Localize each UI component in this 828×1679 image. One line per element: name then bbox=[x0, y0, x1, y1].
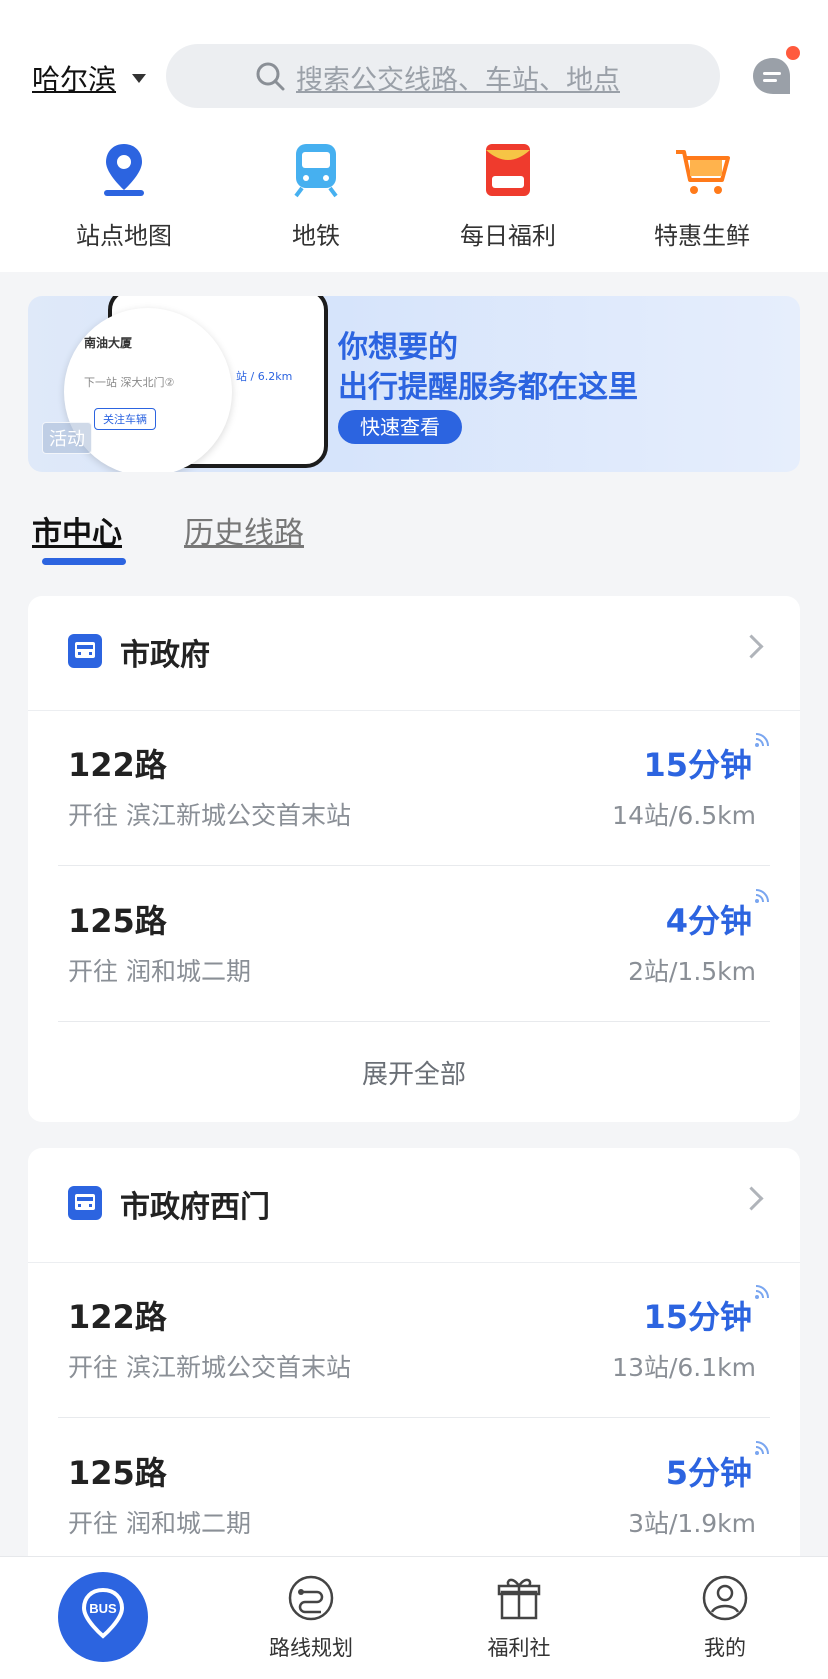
tab-history-routes[interactable]: 历史线路 bbox=[184, 508, 304, 552]
route-distance: 2站/1.5km bbox=[628, 957, 756, 986]
bus-stop-icon bbox=[68, 634, 102, 668]
banner-line-1: 你想要的 bbox=[338, 330, 458, 365]
station-header[interactable]: 市政府 bbox=[28, 596, 800, 711]
subway-icon bbox=[294, 144, 338, 198]
route-direction: 开往 润和城二期 bbox=[68, 957, 251, 986]
route-row[interactable]: 122路 开往 滨江新城公交首末站 15分钟 14站/6.5km bbox=[28, 710, 800, 866]
quick-label: 每日福利 bbox=[460, 222, 556, 250]
nav-profile[interactable]: 我的 bbox=[650, 1574, 800, 1662]
tab-indicator bbox=[42, 558, 126, 565]
message-button[interactable] bbox=[748, 46, 800, 102]
profile-icon bbox=[702, 1575, 748, 1621]
notification-dot bbox=[786, 46, 800, 60]
chevron-right-icon bbox=[739, 1186, 764, 1211]
chevron-right-icon bbox=[739, 634, 764, 659]
promo-banner[interactable]: 站 / 6.2km 南油大厦 下一站 深大北门② 关注车辆 活动 你想要的 出行… bbox=[28, 296, 800, 472]
search-icon bbox=[256, 62, 285, 91]
quick-subway[interactable]: 地铁 bbox=[226, 140, 406, 251]
route-icon bbox=[288, 1575, 334, 1621]
red-packet-icon bbox=[486, 144, 530, 196]
bus-pin-icon: BUS bbox=[81, 1587, 125, 1639]
banner-line-2: 出行提醒服务都在这里 bbox=[338, 370, 638, 405]
route-distance: 13站/6.1km bbox=[612, 1353, 756, 1382]
route-row[interactable]: 125路 开往 润和城二期 4分钟 2站/1.5km bbox=[28, 866, 800, 1022]
nav-label: 我的 bbox=[704, 1636, 746, 1660]
city-name: 哈尔滨 bbox=[32, 63, 117, 96]
route-name: 125路 bbox=[68, 1454, 167, 1492]
search-bar[interactable]: 搜索公交线路、车站、地点 bbox=[166, 44, 720, 108]
route-name: 125路 bbox=[68, 902, 167, 940]
route-row[interactable]: 122路 开往 滨江新城公交首末站 15分钟 13站/6.1km bbox=[28, 1262, 800, 1418]
preview-follow-button: 关注车辆 bbox=[94, 408, 156, 430]
station-name: 市政府 bbox=[120, 638, 210, 673]
route-distance: 14站/6.5km bbox=[612, 801, 756, 830]
bus-label: BUS bbox=[89, 1601, 117, 1616]
station-name: 市政府西门 bbox=[120, 1190, 270, 1225]
route-distance: 3站/1.9km bbox=[628, 1509, 756, 1538]
realtime-signal-icon bbox=[755, 733, 769, 747]
map-pin-icon bbox=[104, 144, 144, 196]
preview-distance: 站 / 6.2km bbox=[236, 370, 293, 383]
divider bbox=[58, 1021, 770, 1022]
search-placeholder: 搜索公交线路、车站、地点 bbox=[296, 65, 620, 96]
route-direction: 开往 润和城二期 bbox=[68, 1509, 251, 1538]
nav-label: 福利社 bbox=[487, 1636, 551, 1660]
nav-label: 路线规划 bbox=[269, 1636, 353, 1660]
gift-icon bbox=[497, 1578, 541, 1620]
route-eta: 5分钟 bbox=[665, 1454, 752, 1492]
preview-station: 南油大厦 bbox=[84, 336, 133, 350]
caret-down-icon bbox=[132, 73, 147, 83]
nav-welfare[interactable]: 福利社 bbox=[444, 1574, 594, 1662]
realtime-signal-icon bbox=[755, 1441, 769, 1455]
tab-city-center[interactable]: 市中心 bbox=[32, 508, 122, 552]
route-name: 122路 bbox=[68, 746, 167, 784]
route-eta: 15分钟 bbox=[643, 746, 752, 784]
top-header: 哈尔滨 搜索公交线路、车站、地点 站点地图 地铁 每日福利 特惠生鲜 bbox=[0, 0, 828, 272]
realtime-signal-icon bbox=[755, 889, 769, 903]
preview-next-stop: 下一站 深大北门② bbox=[84, 376, 175, 389]
realtime-signal-icon bbox=[755, 1285, 769, 1299]
station-card: 市政府 122路 开往 滨江新城公交首末站 15分钟 14站/6.5km 125… bbox=[28, 596, 800, 1122]
station-card: 市政府西门 122路 开往 滨江新城公交首末站 15分钟 13站/6.1km 1… bbox=[28, 1148, 800, 1588]
quick-daily-benefits[interactable]: 每日福利 bbox=[418, 140, 598, 251]
city-selector[interactable]: 哈尔滨 bbox=[32, 54, 147, 102]
quick-view-button[interactable]: 快速查看 bbox=[338, 410, 462, 444]
route-eta: 4分钟 bbox=[665, 902, 752, 940]
bus-home-button[interactable]: BUS bbox=[58, 1572, 148, 1662]
nav-route-planning[interactable]: 路线规划 bbox=[236, 1574, 386, 1662]
shopping-cart-icon bbox=[676, 150, 730, 194]
quick-label: 特惠生鲜 bbox=[654, 222, 750, 250]
quick-label: 站点地图 bbox=[76, 222, 172, 250]
route-name: 122路 bbox=[68, 1298, 167, 1336]
station-header[interactable]: 市政府西门 bbox=[28, 1148, 800, 1263]
route-row[interactable]: 125路 开往 润和城二期 5分钟 3站/1.9km bbox=[28, 1418, 800, 1574]
bus-stop-icon bbox=[68, 1186, 102, 1220]
quick-station-map[interactable]: 站点地图 bbox=[34, 140, 214, 251]
route-direction: 开往 滨江新城公交首末站 bbox=[68, 1353, 351, 1382]
expand-all-button[interactable]: 展开全部 bbox=[28, 1054, 800, 1091]
route-eta: 15分钟 bbox=[643, 1298, 752, 1336]
quick-fresh-deals[interactable]: 特惠生鲜 bbox=[612, 140, 792, 251]
activity-tag: 活动 bbox=[42, 422, 92, 454]
route-direction: 开往 滨江新城公交首末站 bbox=[68, 801, 351, 830]
quick-label: 地铁 bbox=[292, 222, 340, 250]
